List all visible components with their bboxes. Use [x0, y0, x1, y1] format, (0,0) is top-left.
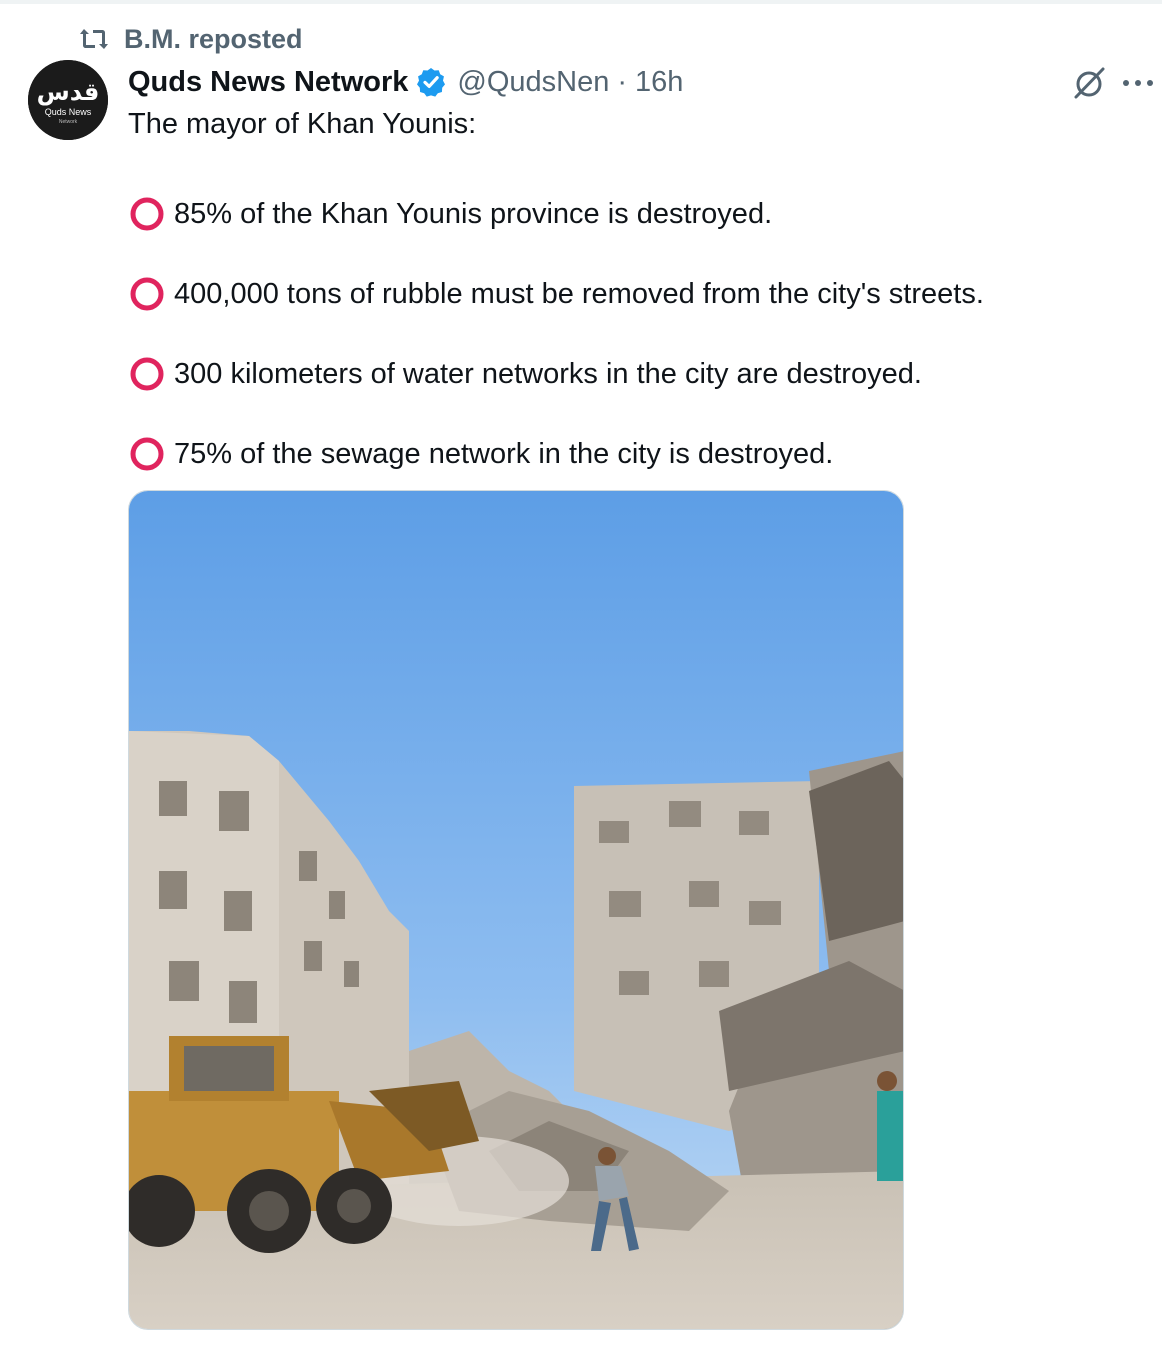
- top-divider: [0, 0, 1162, 4]
- tweet-photo[interactable]: [128, 490, 904, 1330]
- tweet-bullet: 300 kilometers of water networks in the …: [128, 354, 1128, 394]
- grok-icon[interactable]: [1070, 64, 1108, 102]
- bullet-text: 300 kilometers of water networks in the …: [174, 358, 922, 390]
- red-circle-icon: [130, 357, 164, 391]
- svg-text:Network: Network: [59, 119, 78, 125]
- bullet-text: 85% of the Khan Younis province is destr…: [174, 198, 773, 230]
- red-circle-icon: [130, 437, 164, 471]
- svg-text:Quds News: Quds News: [45, 107, 92, 117]
- repost-label: B.M. reposted: [124, 23, 303, 54]
- quds-logo-icon: قدس Quds News Network: [28, 60, 108, 140]
- repost-indicator[interactable]: B.M. reposted: [78, 22, 303, 56]
- destroyed-street-photo: [129, 491, 903, 1329]
- verified-badge-icon: [417, 68, 446, 97]
- red-circle-icon: [130, 277, 164, 311]
- tweet-intro: The mayor of Khan Younis:: [128, 108, 477, 140]
- tweet-header: Quds News Network @QudsNen · 16h: [128, 62, 683, 102]
- author-name[interactable]: Quds News Network: [128, 66, 408, 99]
- svg-text:قدس: قدس: [37, 78, 100, 106]
- bullet-text: 75% of the sewage network in the city is…: [174, 438, 834, 470]
- tweet-bullet: 85% of the Khan Younis province is destr…: [128, 194, 1128, 234]
- separator-dot: ·: [617, 65, 628, 98]
- more-icon[interactable]: [1118, 66, 1158, 100]
- tweet-body: The mayor of Khan Younis: 85% of the Kha…: [128, 104, 1128, 474]
- bullet-text: 400,000 tons of rubble must be removed f…: [174, 278, 984, 310]
- author-handle[interactable]: @QudsNen: [457, 66, 609, 99]
- red-circle-icon: [130, 197, 164, 231]
- timestamp[interactable]: 16h: [635, 66, 683, 99]
- tweet-bullet: 400,000 tons of rubble must be removed f…: [128, 274, 1128, 314]
- avatar[interactable]: قدس Quds News Network: [28, 60, 108, 140]
- repost-icon: [80, 29, 108, 49]
- tweet-bullet: 75% of the sewage network in the city is…: [128, 434, 1128, 474]
